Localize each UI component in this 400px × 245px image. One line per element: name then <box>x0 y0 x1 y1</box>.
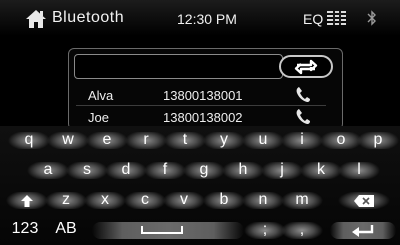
key-x[interactable]: x <box>84 191 126 209</box>
key-w[interactable]: w <box>47 131 89 149</box>
key-label: 123 <box>11 220 39 237</box>
key-label: u <box>258 131 268 148</box>
numbers-key[interactable]: 123 <box>4 220 46 241</box>
bluetooth-icon <box>367 10 376 26</box>
home-icon[interactable] <box>25 9 47 29</box>
call-icon[interactable] <box>296 108 311 125</box>
key-label: x <box>101 191 109 208</box>
key-label: , <box>299 221 305 238</box>
key-h[interactable]: h <box>222 161 264 179</box>
page-title: Bluetooth <box>52 9 125 26</box>
key-d[interactable]: d <box>105 161 147 179</box>
key-label: v <box>180 191 188 208</box>
sync-button[interactable] <box>279 55 333 78</box>
contact-row[interactable]: Alva 13800138001 <box>76 85 326 105</box>
key-l[interactable]: l <box>338 161 380 179</box>
key-o[interactable]: o <box>320 131 362 149</box>
key-v[interactable]: v <box>163 191 205 209</box>
key-label: s <box>83 161 91 178</box>
key-label: w <box>62 131 74 148</box>
key-label: h <box>238 161 248 178</box>
key-label: z <box>62 191 70 208</box>
case-key[interactable]: AB <box>46 220 86 241</box>
contact-name: Joe <box>88 110 109 125</box>
sync-icon <box>294 59 318 75</box>
key-label: n <box>258 191 268 208</box>
backspace-key[interactable] <box>338 192 390 209</box>
key-label: o <box>336 131 346 148</box>
key-f[interactable]: f <box>144 161 186 179</box>
space-icon <box>140 226 183 234</box>
key-label: j <box>280 161 284 178</box>
key-label: e <box>102 131 112 148</box>
key-s[interactable]: s <box>66 161 108 179</box>
key-label: a <box>43 161 53 178</box>
key-n[interactable]: n <box>242 191 284 209</box>
contact-name: Alva <box>88 88 114 103</box>
eq-button[interactable]: EQ <box>303 11 323 27</box>
key-j[interactable]: j <box>261 161 303 179</box>
key-label: i <box>300 131 304 148</box>
key-m[interactable]: m <box>281 191 323 209</box>
shift-key[interactable] <box>6 192 48 209</box>
backspace-icon <box>354 194 374 207</box>
key-label: t <box>182 131 188 148</box>
key-b[interactable]: b <box>203 191 245 209</box>
divider <box>76 105 326 106</box>
equalizer-icon[interactable] <box>327 11 346 25</box>
key-g[interactable]: g <box>183 161 225 179</box>
key-p[interactable]: p <box>357 131 399 149</box>
key-r[interactable]: r <box>125 131 167 149</box>
key-label: m <box>295 191 309 208</box>
shift-arrow-icon <box>21 194 33 207</box>
key-u[interactable]: u <box>242 131 284 149</box>
key-label: g <box>199 161 209 178</box>
key-label: c <box>141 191 149 208</box>
key-i[interactable]: i <box>281 131 323 149</box>
key-t[interactable]: t <box>164 131 206 149</box>
enter-icon <box>352 224 374 237</box>
key-q[interactable]: q <box>8 131 50 149</box>
key-label: l <box>357 161 361 178</box>
search-input[interactable] <box>74 54 283 79</box>
contact-number: 13800138001 <box>163 88 243 103</box>
contact-row[interactable]: Joe 13800138002 <box>76 107 326 127</box>
key-label: y <box>220 131 228 148</box>
key-z[interactable]: z <box>45 191 87 209</box>
enter-key[interactable] <box>330 222 396 239</box>
key-label: q <box>24 131 34 148</box>
key-a[interactable]: a <box>27 161 69 179</box>
key-y[interactable]: y <box>203 131 245 149</box>
key-label: r <box>143 131 149 148</box>
key-label: ; <box>262 221 268 238</box>
key-label: d <box>121 161 131 178</box>
call-icon[interactable] <box>296 86 311 103</box>
key-label: f <box>162 161 168 178</box>
key-label: p <box>373 131 383 148</box>
key-k[interactable]: k <box>300 161 342 179</box>
status-bar: Bluetooth 12:30 PM EQ <box>0 0 400 36</box>
key-label: AB <box>55 220 77 237</box>
key-e[interactable]: e <box>86 131 128 149</box>
clock: 12:30 PM <box>177 11 237 27</box>
contact-number: 13800138002 <box>163 110 243 125</box>
key-label: b <box>219 191 229 208</box>
key-label: k <box>317 161 325 178</box>
key-c[interactable]: c <box>124 191 166 209</box>
semicolon-key[interactable]: ; <box>244 221 286 239</box>
comma-key[interactable]: , <box>281 221 323 239</box>
space-key[interactable] <box>92 222 244 239</box>
